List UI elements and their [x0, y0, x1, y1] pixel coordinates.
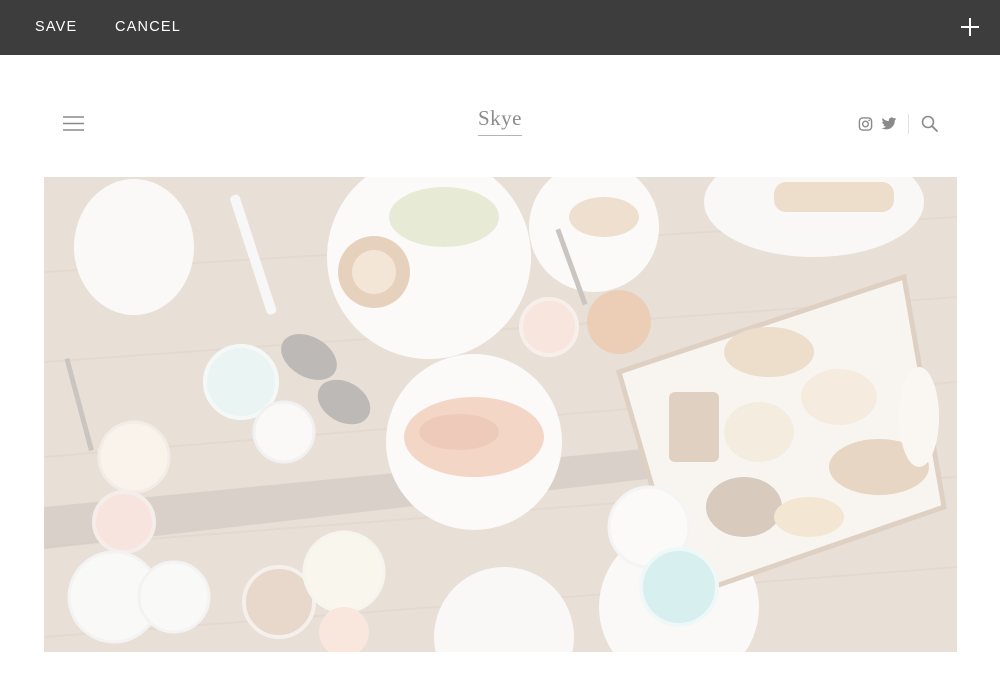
header-divider — [908, 114, 909, 134]
instagram-icon[interactable] — [858, 116, 873, 132]
site-logo-text[interactable]: Skye — [478, 106, 522, 136]
cancel-button[interactable]: CANCEL — [115, 0, 181, 55]
save-button[interactable]: SAVE — [35, 0, 77, 55]
hero-image — [44, 177, 957, 652]
edit-toolbar: SAVE CANCEL — [0, 0, 1000, 55]
twitter-icon[interactable] — [881, 116, 897, 132]
plus-icon[interactable] — [960, 17, 980, 37]
site-logo[interactable]: Skye — [0, 106, 1000, 136]
search-icon[interactable] — [921, 115, 938, 132]
site-header: Skye — [0, 55, 1000, 177]
food-table-photo — [44, 177, 957, 652]
